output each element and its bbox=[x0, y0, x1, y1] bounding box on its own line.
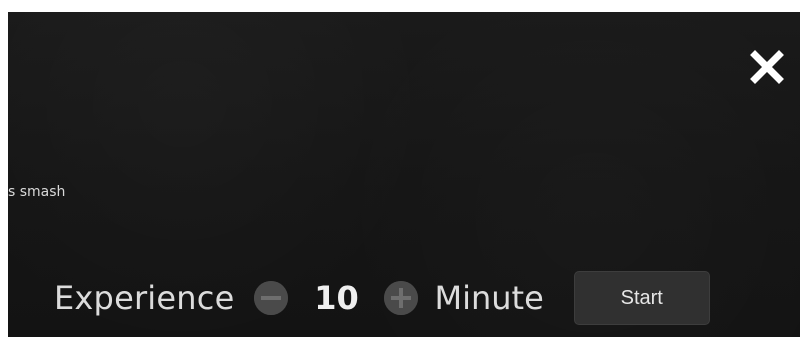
start-button[interactable]: Start bbox=[573, 271, 710, 325]
minus-circle-icon bbox=[254, 281, 289, 315]
experience-controls: Experience 10 Minute Start bbox=[54, 269, 710, 327]
game-title: s smash bbox=[8, 184, 66, 200]
close-button[interactable] bbox=[748, 48, 786, 86]
minutes-value: 10 bbox=[314, 279, 359, 317]
experience-panel: s smash Experience 10 Minute Start bbox=[8, 12, 800, 337]
decrement-button[interactable] bbox=[254, 281, 289, 315]
experience-label: Experience bbox=[54, 279, 235, 317]
increment-button[interactable] bbox=[384, 281, 419, 315]
close-icon bbox=[750, 50, 784, 84]
minutes-unit-label: Minute bbox=[434, 279, 544, 317]
plus-circle-icon bbox=[384, 281, 419, 315]
